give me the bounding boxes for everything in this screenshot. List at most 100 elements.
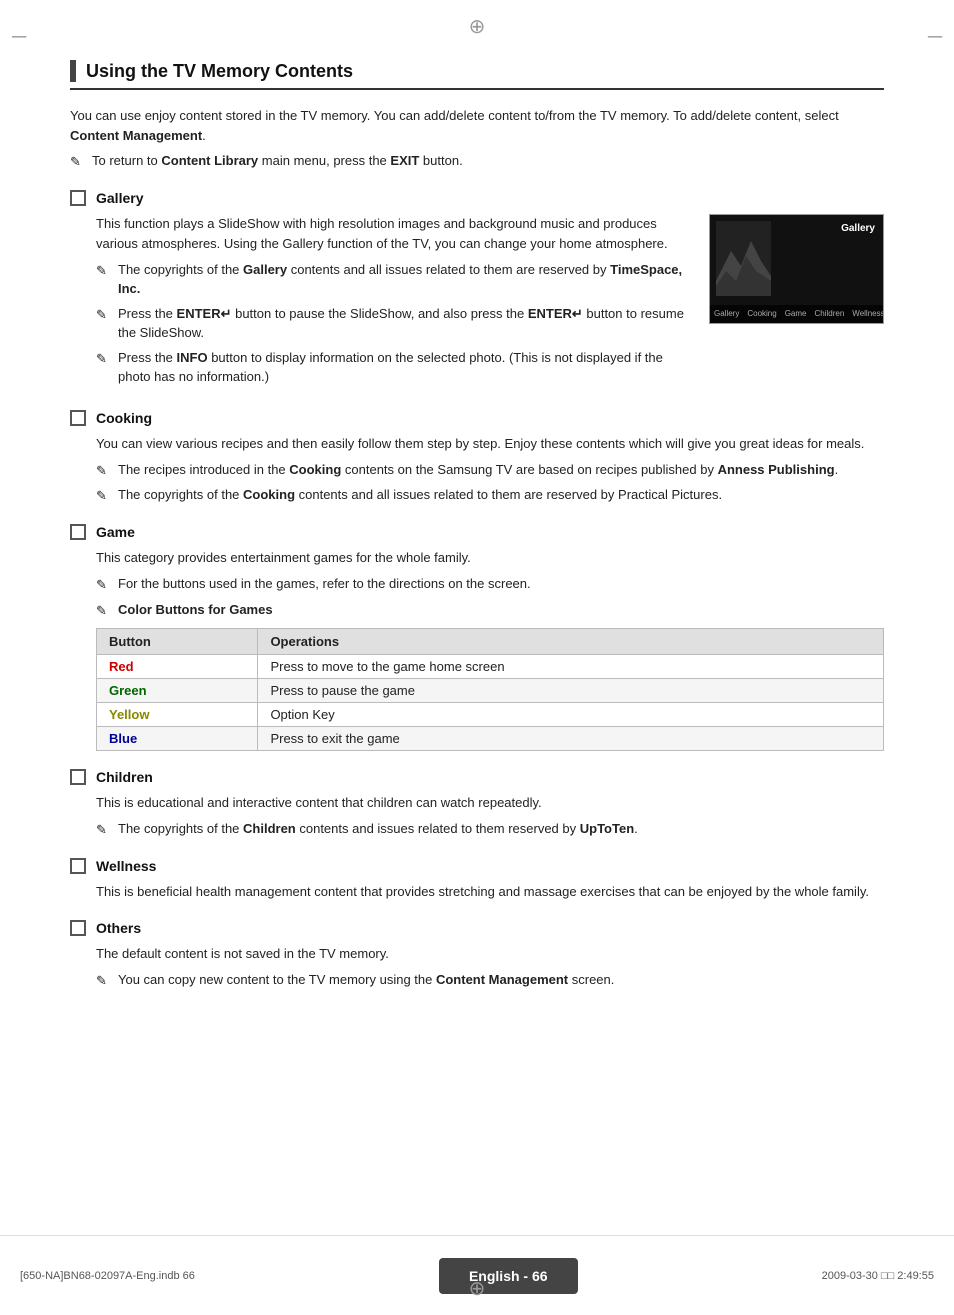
note-text-1: To return to Content Library main menu, … (92, 151, 463, 171)
gallery-note-1-text: The copyrights of the Gallery contents a… (118, 260, 693, 299)
cooking-body: You can view various recipes and then ea… (96, 434, 884, 506)
gallery-row: This function plays a SlideShow with hig… (96, 214, 884, 392)
note-icon-gm2: ✎ (96, 601, 112, 621)
section-title: Using the TV Memory Contents (86, 61, 353, 82)
footer-left: [650-NA]BN68-02097A-Eng.indb 66 (20, 1270, 195, 1282)
game-body: This category provides entertainment gam… (96, 548, 884, 751)
others-note-1: ✎ You can copy new content to the TV mem… (96, 970, 884, 991)
note-icon-g3: ✎ (96, 349, 112, 369)
bottom-bar: [650-NA]BN68-02097A-Eng.indb 66 English … (0, 1235, 954, 1315)
game-body-text: This category provides entertainment gam… (96, 548, 884, 568)
gallery-checkbox-icon (70, 190, 86, 206)
gallery-note-3: ✎ Press the INFO button to display infor… (96, 348, 693, 387)
table-cell-button-yellow: Yellow (97, 703, 258, 727)
table-cell-op-blue: Press to exit the game (258, 727, 884, 751)
game-color-label: Color Buttons for Games (118, 600, 273, 620)
note-icon-gm1: ✎ (96, 575, 112, 595)
wellness-title: Wellness (96, 858, 156, 874)
children-body: This is educational and interactive cont… (96, 793, 884, 840)
children-section: Children This is educational and interac… (70, 769, 884, 840)
table-row: Green Press to pause the game (97, 679, 884, 703)
page-container: ⊕ ─ ─ ⊕ ⊕ Using the TV Memory Contents Y… (0, 0, 954, 1315)
wellness-body-text: This is beneficial health management con… (96, 882, 884, 902)
intro-text-1: You can use enjoy content stored in the … (70, 108, 839, 123)
gallery-image-label: Gallery (841, 223, 875, 234)
crosshair-right-top-icon: ─ (928, 26, 942, 49)
gallery-note-2: ✎ Press the ENTER↵ button to pause the S… (96, 304, 693, 343)
table-cell-button-green: Green (97, 679, 258, 703)
game-section: Game This category provides entertainmen… (70, 524, 884, 751)
wellness-body: This is beneficial health management con… (96, 882, 884, 902)
cooking-header: Cooking (70, 410, 884, 426)
note-icon-c1: ✎ (96, 461, 112, 481)
wellness-section: Wellness This is beneficial health manag… (70, 858, 884, 902)
cooking-note-1-text: The recipes introduced in the Cooking co… (118, 460, 838, 480)
game-title: Game (96, 524, 135, 540)
table-cell-op-green: Press to pause the game (258, 679, 884, 703)
game-note-1-text: For the buttons used in the games, refer… (118, 574, 531, 594)
crosshair-left-top-icon: ─ (12, 26, 26, 49)
gallery-note-2-text: Press the ENTER↵ button to pause the Sli… (118, 304, 693, 343)
children-note-1-text: The copyrights of the Children contents … (118, 819, 638, 839)
table-row: Yellow Option Key (97, 703, 884, 727)
table-cell-button-blue: Blue (97, 727, 258, 751)
others-note-1-text: You can copy new content to the TV memor… (118, 970, 614, 990)
gallery-section: Gallery This function plays a SlideShow … (70, 190, 884, 392)
intro-bold: Content Management (70, 128, 202, 143)
note-icon-c2: ✎ (96, 486, 112, 506)
wellness-checkbox-icon (70, 858, 86, 874)
children-body-text: This is educational and interactive cont… (96, 793, 884, 813)
game-checkbox-icon (70, 524, 86, 540)
title-accent (70, 60, 76, 82)
children-note-1: ✎ The copyrights of the Children content… (96, 819, 884, 840)
table-cell-button-red: Red (97, 655, 258, 679)
cooking-body-text: You can view various recipes and then ea… (96, 434, 884, 454)
table-row: Red Press to move to the game home scree… (97, 655, 884, 679)
cooking-note-1: ✎ The recipes introduced in the Cooking … (96, 460, 884, 481)
gallery-note-3-text: Press the INFO button to display informa… (118, 348, 693, 387)
note-icon-ch1: ✎ (96, 820, 112, 840)
table-cell-op-red: Press to move to the game home screen (258, 655, 884, 679)
game-header: Game (70, 524, 884, 540)
cooking-checkbox-icon (70, 410, 86, 426)
gallery-menu-bar: Gallery Cooking Game Children Wellness ↩… (710, 305, 883, 323)
gallery-body-text: This function plays a SlideShow with hig… (96, 214, 693, 254)
intro-note-1: ✎ To return to Content Library main menu… (70, 151, 884, 172)
cooking-title: Cooking (96, 410, 152, 426)
children-checkbox-icon (70, 769, 86, 785)
gallery-text-area: This function plays a SlideShow with hig… (96, 214, 693, 392)
table-header-operations: Operations (258, 629, 884, 655)
game-table: Button Operations Red Press to move to t… (96, 628, 884, 751)
table-header-button: Button (97, 629, 258, 655)
others-checkbox-icon (70, 920, 86, 936)
crosshair-bottom-icon: ⊕ (469, 1276, 486, 1301)
table-cell-op-yellow: Option Key (258, 703, 884, 727)
note-icon-1: ✎ (70, 152, 86, 172)
wellness-header: Wellness (70, 858, 884, 874)
cooking-note-2: ✎ The copyrights of the Cooking contents… (96, 485, 884, 506)
table-row: Blue Press to exit the game (97, 727, 884, 751)
note-icon-g1: ✎ (96, 261, 112, 281)
gallery-body: This function plays a SlideShow with hig… (96, 214, 884, 392)
game-note-1: ✎ For the buttons used in the games, ref… (96, 574, 884, 595)
footer-right: 2009-03-30 □□ 2:49:55 (822, 1270, 934, 1282)
gallery-note-1: ✎ The copyrights of the Gallery contents… (96, 260, 693, 299)
game-color-label-line: ✎ Color Buttons for Games (96, 600, 884, 621)
others-title: Others (96, 920, 141, 936)
footer-center: English - 66 (439, 1258, 578, 1294)
note-icon-g2: ✎ (96, 305, 112, 325)
gallery-header: Gallery (70, 190, 884, 206)
others-body-text: The default content is not saved in the … (96, 944, 884, 964)
cooking-section: Cooking You can view various recipes and… (70, 410, 884, 506)
others-body: The default content is not saved in the … (96, 944, 884, 991)
children-header: Children (70, 769, 884, 785)
others-header: Others (70, 920, 884, 936)
gallery-title: Gallery (96, 190, 143, 206)
note-icon-o1: ✎ (96, 971, 112, 991)
crosshair-top-icon: ⊕ (469, 14, 486, 39)
intro-text-2: . (202, 128, 206, 143)
children-title: Children (96, 769, 153, 785)
gallery-image: Gallery Gallery Cooking Game Children We… (709, 214, 884, 324)
cooking-note-2-text: The copyrights of the Cooking contents a… (118, 485, 722, 505)
others-section: Others The default content is not saved … (70, 920, 884, 991)
